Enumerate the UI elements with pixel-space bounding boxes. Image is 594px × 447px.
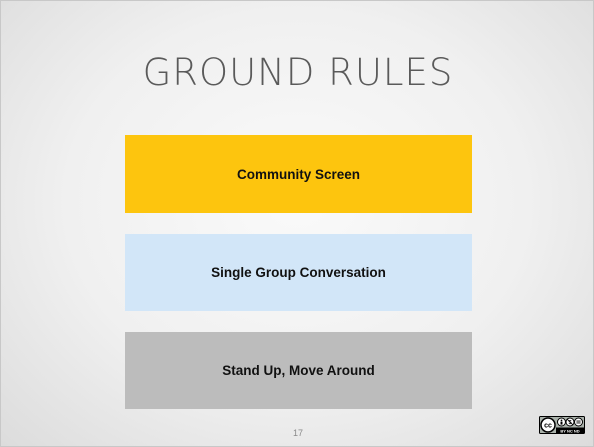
rule-label: Stand Up, Move Around <box>222 363 375 378</box>
license-badge-text: BY NC ND <box>560 429 579 434</box>
slide-title: GROUND RULES <box>142 51 454 94</box>
rule-box-community-screen: Community Screen <box>125 135 472 213</box>
page-number: 17 <box>292 428 303 438</box>
creative-commons-by-nc-nd-icon: cc $ BY NC ND <box>539 416 585 434</box>
rule-label: Community Screen <box>236 166 361 182</box>
slide: GROUND RULES Community Screen Single Gro… <box>0 0 594 447</box>
svg-text:cc: cc <box>544 423 552 430</box>
rule-label: Single Group Conversation <box>211 265 386 280</box>
rule-box-stand-up-move-around: Stand Up, Move Around <box>125 332 472 409</box>
rule-box-single-group-conversation: Single Group Conversation <box>125 234 472 311</box>
